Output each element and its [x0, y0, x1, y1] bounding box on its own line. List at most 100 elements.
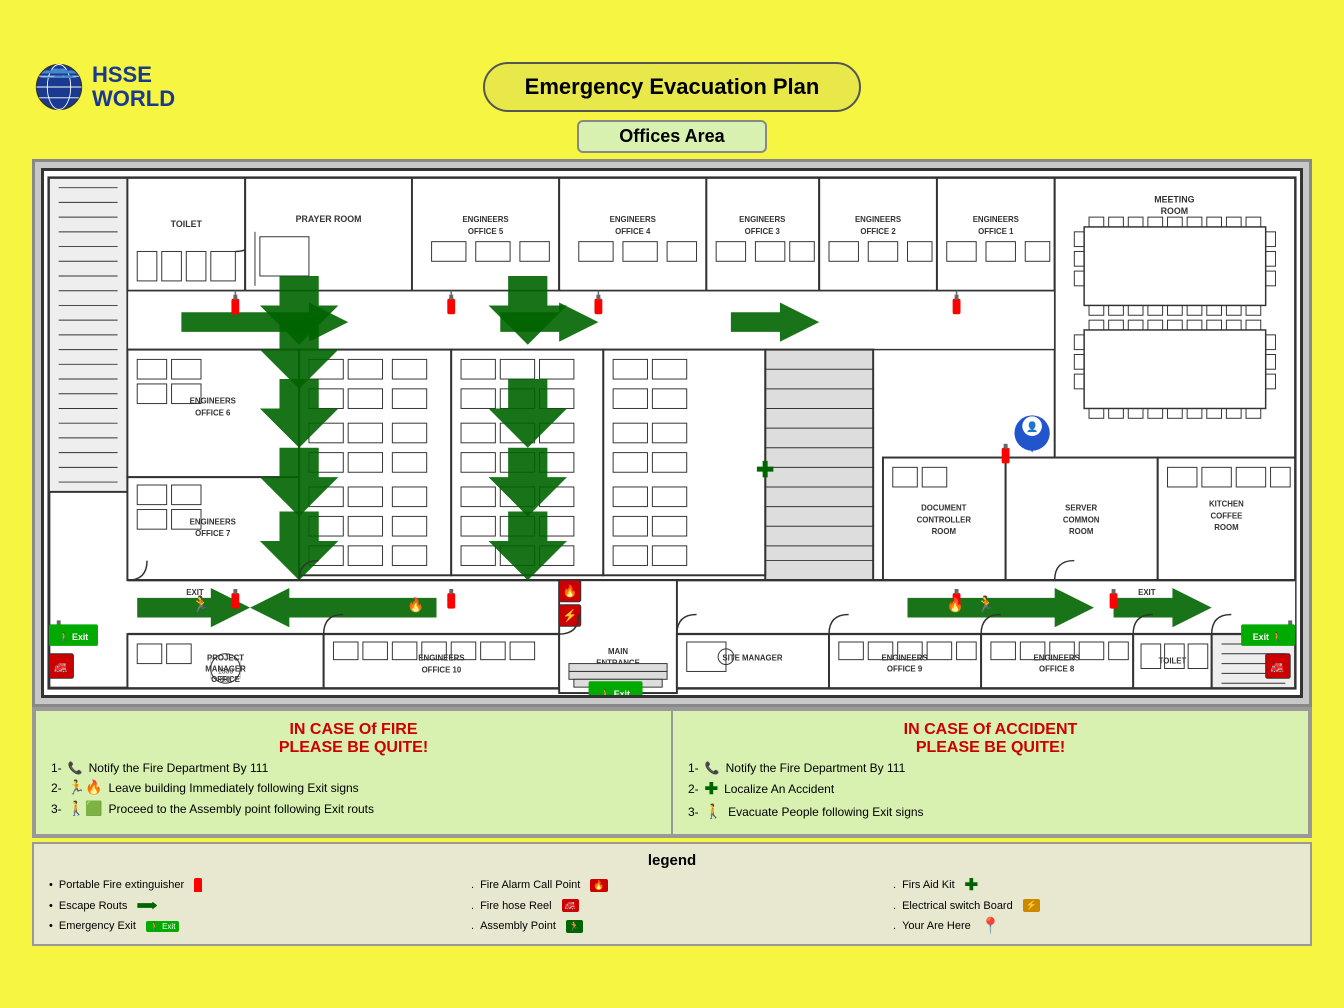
svg-text:Exit 🚶: Exit 🚶 — [1253, 631, 1283, 642]
svg-text:🚒: 🚒 — [54, 661, 68, 673]
fire-title-line2: PLEASE BE QUITE! — [51, 739, 656, 757]
svg-text:KITCHEN: KITCHEN — [1209, 500, 1244, 509]
legend-item-text: Electrical switch Board — [902, 900, 1013, 912]
svg-text:OFFICE 3: OFFICE 3 — [745, 227, 781, 236]
fire-step-1-text: Notify the Fire Department By 111 — [89, 761, 269, 775]
step-num: 3- — [688, 805, 699, 819]
bullet: • — [49, 920, 53, 932]
bullet: . — [893, 879, 896, 891]
fire-title-line1: IN CASE Of FIRE — [51, 721, 656, 739]
subtitle: Offices Area — [577, 120, 766, 153]
bullet: . — [471, 879, 474, 891]
svg-text:MEETING: MEETING — [1154, 194, 1194, 204]
svg-text:OFFICE 7: OFFICE 7 — [195, 529, 231, 538]
fire-step-1: 1- 📞 Notify the Fire Department By 111 — [51, 761, 656, 775]
legend-box: legend • Portable Fire extinguisher . Fi… — [32, 842, 1312, 946]
step-num: 2- — [51, 781, 62, 795]
svg-text:PRAYER ROOM: PRAYER ROOM — [296, 214, 362, 224]
svg-text:OFFICE 10: OFFICE 10 — [422, 665, 462, 674]
svg-text:1500: 1500 — [218, 668, 233, 675]
svg-text:OFFICE 8: OFFICE 8 — [1039, 664, 1075, 673]
evacuate-icon: 🚶 — [705, 803, 722, 820]
svg-text:ENGINEERS: ENGINEERS — [190, 517, 236, 526]
svg-text:🚶 Exit: 🚶 Exit — [59, 631, 89, 642]
phone-icon-2: 📞 — [705, 761, 720, 775]
svg-text:🔥: 🔥 — [563, 584, 578, 598]
legend-item-text: Your Are Here — [902, 920, 971, 932]
bullet: . — [471, 900, 474, 912]
floor-plan: TOILET PRAYER ROOM ENGINEERS O — [41, 168, 1303, 698]
svg-text:ENGINEERS: ENGINEERS — [190, 397, 236, 406]
floor-plan-wrapper: TOILET PRAYER ROOM ENGINEERS O — [32, 159, 1312, 707]
legend-item-text: Assembly Point — [480, 920, 556, 932]
legend-item-text: Portable Fire extinguisher — [59, 879, 184, 891]
accident-step-1-text: Notify the Fire Department By 111 — [726, 761, 906, 775]
bullet: • — [49, 900, 53, 912]
main-container: HSSE WORLD Emergency Evacuation Plan Off… — [22, 52, 1322, 956]
svg-text:TOILET: TOILET — [1159, 657, 1187, 666]
legend-item-text: Emergency Exit — [59, 920, 136, 932]
accident-step-2: 2- ✚ Localize An Accident — [688, 779, 1293, 799]
svg-text:🏃: 🏃 — [976, 595, 996, 614]
hose-icon: 🚒 — [562, 899, 579, 912]
svg-text:ENGINEERS: ENGINEERS — [855, 215, 901, 224]
svg-text:ENGINEERS: ENGINEERS — [418, 654, 464, 663]
accident-step-3: 3- 🚶 Evacuate People following Exit sign… — [688, 803, 1293, 820]
svg-text:ENGINEERS: ENGINEERS — [973, 215, 1019, 224]
svg-text:CONTROLLER: CONTROLLER — [917, 515, 972, 524]
legend-item-exit: • Emergency Exit 🚶 Exit — [49, 916, 451, 936]
svg-text:OFFICE 5: OFFICE 5 — [468, 227, 504, 236]
legend-item-location: . Your Are Here 📍 — [893, 916, 1295, 936]
svg-text:🚒: 🚒 — [1271, 661, 1285, 673]
legend-item-text: Fire hose Reel — [480, 900, 552, 912]
accident-step-2-text: Localize An Accident — [724, 782, 834, 796]
svg-text:🏃: 🏃 — [191, 595, 211, 614]
legend-item-firstaid: . Firs Aid Kit ✚ — [893, 875, 1295, 895]
legend-item-hose: . Fire hose Reel 🚒 — [471, 899, 873, 912]
svg-text:ENGINEERS: ENGINEERS — [881, 654, 927, 663]
legend-item-elec: . Electrical switch Board ⚡ — [893, 899, 1295, 912]
svg-text:ROOM: ROOM — [1214, 523, 1239, 532]
location-pin-icon: 📍 — [981, 916, 1001, 936]
svg-text:ROOM: ROOM — [1069, 527, 1094, 536]
header: HSSE WORLD Emergency Evacuation Plan — [32, 62, 1312, 112]
svg-text:🔥: 🔥 — [407, 597, 424, 614]
firstaid-icon: ✚ — [965, 875, 978, 895]
svg-text:800: 800 — [220, 676, 232, 683]
svg-text:COMMON: COMMON — [1063, 515, 1100, 524]
svg-text:✚: ✚ — [756, 457, 774, 482]
svg-text:OFFICE 6: OFFICE 6 — [195, 408, 231, 417]
legend-grid: • Portable Fire extinguisher . Fire Alar… — [49, 875, 1295, 936]
accident-step-1: 1- 📞 Notify the Fire Department By 111 — [688, 761, 1293, 775]
legend-title: legend — [49, 852, 1295, 869]
legend-item-text: Escape Routs — [59, 900, 127, 912]
svg-text:EXIT: EXIT — [186, 588, 204, 597]
svg-text:SERVER: SERVER — [1065, 504, 1097, 513]
logo-text: HSSE WORLD — [92, 63, 175, 111]
legend-item-fire-ext: • Portable Fire extinguisher — [49, 875, 451, 895]
svg-text:⚡: ⚡ — [563, 608, 578, 622]
svg-text:OFFICE 2: OFFICE 2 — [860, 227, 896, 236]
exit-legend-icon: 🚶 Exit — [146, 921, 180, 932]
svg-text:ENGINEERS: ENGINEERS — [739, 215, 785, 224]
step-num: 1- — [688, 761, 699, 775]
main-title: Emergency Evacuation Plan — [483, 62, 862, 112]
svg-text:ENGINEERS: ENGINEERS — [462, 215, 508, 224]
fire-alarm-icon: 🔥 — [590, 879, 607, 892]
first-aid-icon: ✚ — [705, 779, 718, 799]
svg-text:ROOM: ROOM — [1161, 206, 1188, 216]
svg-text:ENGINEERS: ENGINEERS — [610, 215, 656, 224]
bullet: . — [893, 900, 896, 912]
svg-text:🚶 Exit: 🚶 Exit — [600, 688, 630, 695]
logo-globe-icon — [32, 60, 86, 114]
svg-text:ENGINEERS: ENGINEERS — [1034, 654, 1080, 663]
fire-step-2: 2- 🏃🔥 Leave building Immediately followi… — [51, 779, 656, 796]
legend-item-alarm: . Fire Alarm Call Point 🔥 — [471, 875, 873, 895]
accident-title-line1: IN CASE Of ACCIDENT — [688, 721, 1293, 739]
svg-text:MAIN: MAIN — [608, 647, 628, 656]
svg-text:OFFICE 1: OFFICE 1 — [978, 227, 1014, 236]
svg-text:COFFEE: COFFEE — [1211, 511, 1243, 520]
accident-step-3-text: Evacuate People following Exit signs — [728, 805, 923, 819]
fire-step-2-text: Leave building Immediately following Exi… — [109, 781, 359, 795]
bullet: • — [49, 879, 53, 891]
